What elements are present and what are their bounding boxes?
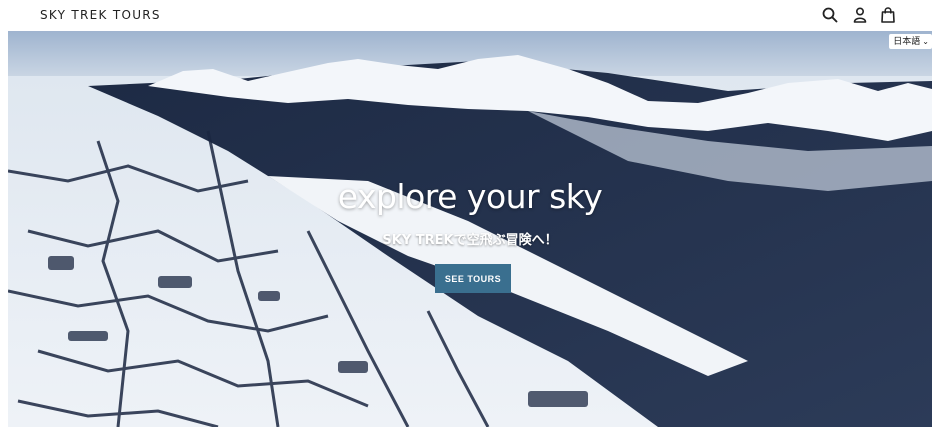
language-selector-value: 日本語	[893, 37, 921, 47]
chevron-down-icon: ⌄	[922, 37, 929, 46]
language-selector[interactable]: 日本語 ⌄	[889, 34, 932, 49]
site-header: SKY TREK TOURS	[0, 0, 932, 31]
see-tours-button[interactable]: SEE TOURS	[435, 264, 511, 293]
hero-subtitle: SKY TREKで空飛ぶ冒険へ！	[382, 233, 558, 248]
cart-icon[interactable]	[879, 6, 897, 24]
hero-banner: 日本語 ⌄ explore your sky SKY TREKで空飛ぶ冒険へ！ S…	[8, 31, 932, 427]
hero-title: explore your sky	[337, 177, 603, 216]
search-icon[interactable]	[821, 6, 839, 24]
site-logo[interactable]: SKY TREK TOURS	[40, 8, 161, 22]
account-icon[interactable]	[851, 6, 869, 24]
